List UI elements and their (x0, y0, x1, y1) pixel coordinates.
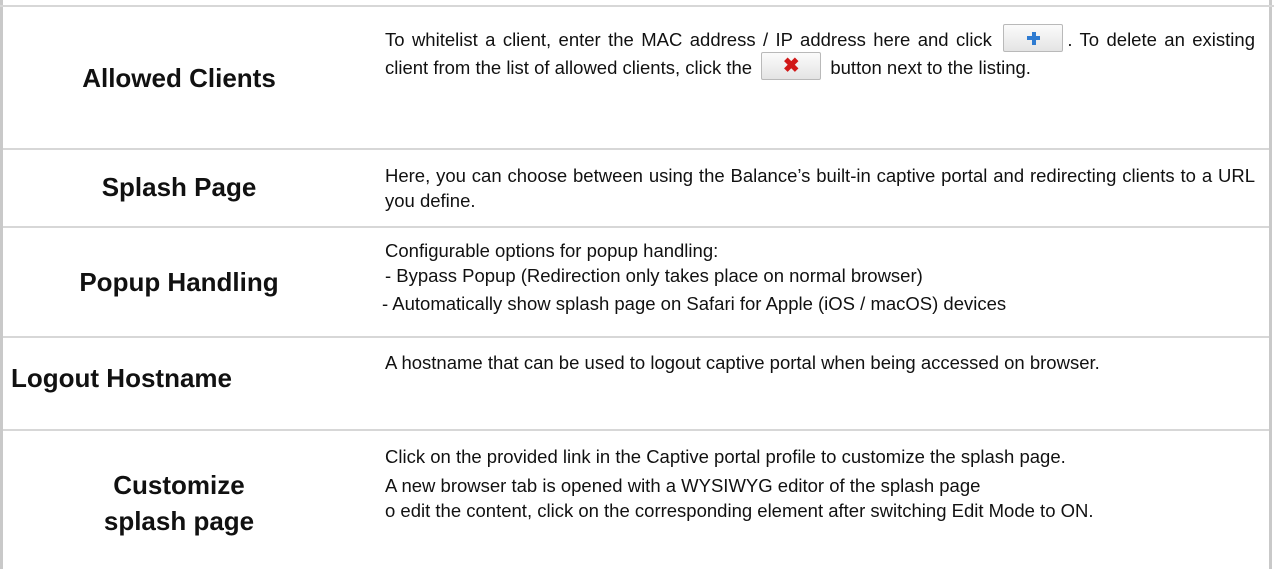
table-row-popup-handling: Popup Handling Configurable options for … (3, 228, 1269, 338)
desc-line: o edit the content, click on the corresp… (385, 500, 1094, 521)
close-icon: ✖ (761, 52, 822, 81)
desc-line: A new browser tab is opened with a WYSIW… (385, 475, 981, 496)
row-label: Splash Page (101, 172, 257, 202)
table-row-allowed-clients: Allowed Clients To whitelist a client, e… (3, 7, 1269, 150)
row-description: Click on the provided link in the Captiv… (385, 444, 1255, 523)
table-row-customize-splash-page: Customize splash page Click on the provi… (3, 431, 1269, 571)
desc-line: Click on the provided link in the Captiv… (385, 446, 1066, 467)
row-label: Logout Hostname (11, 363, 232, 393)
row-label: Customize splash page (3, 467, 355, 539)
desc-text: button next to the listing. (830, 57, 1031, 79)
desc-line: Configurable options for popup handling: (385, 240, 719, 261)
row-label-line: splash page (103, 506, 255, 536)
row-label-line: Customize (113, 470, 245, 500)
row-description: To whitelist a client, enter the MAC add… (385, 24, 1255, 83)
table-row-logout-hostname: Logout Hostname A hostname that can be u… (3, 338, 1269, 431)
table-row-splash-page: Splash Page Here, you can choose between… (3, 150, 1269, 228)
row-description: A hostname that can be used to logout ca… (385, 352, 1100, 373)
desc-text: To whitelist a client, enter the MAC add… (385, 29, 992, 50)
desc-line: - Bypass Popup (Redirection only takes p… (385, 265, 923, 286)
row-description: Here, you can choose between using the B… (385, 165, 1255, 211)
row-description: Configurable options for popup handling:… (382, 238, 1255, 316)
row-label: Allowed Clients (82, 63, 276, 93)
plus-icon (1003, 24, 1064, 53)
desc-line: - Automatically show splash page on Safa… (382, 293, 1007, 314)
row-label: Popup Handling (79, 267, 279, 297)
